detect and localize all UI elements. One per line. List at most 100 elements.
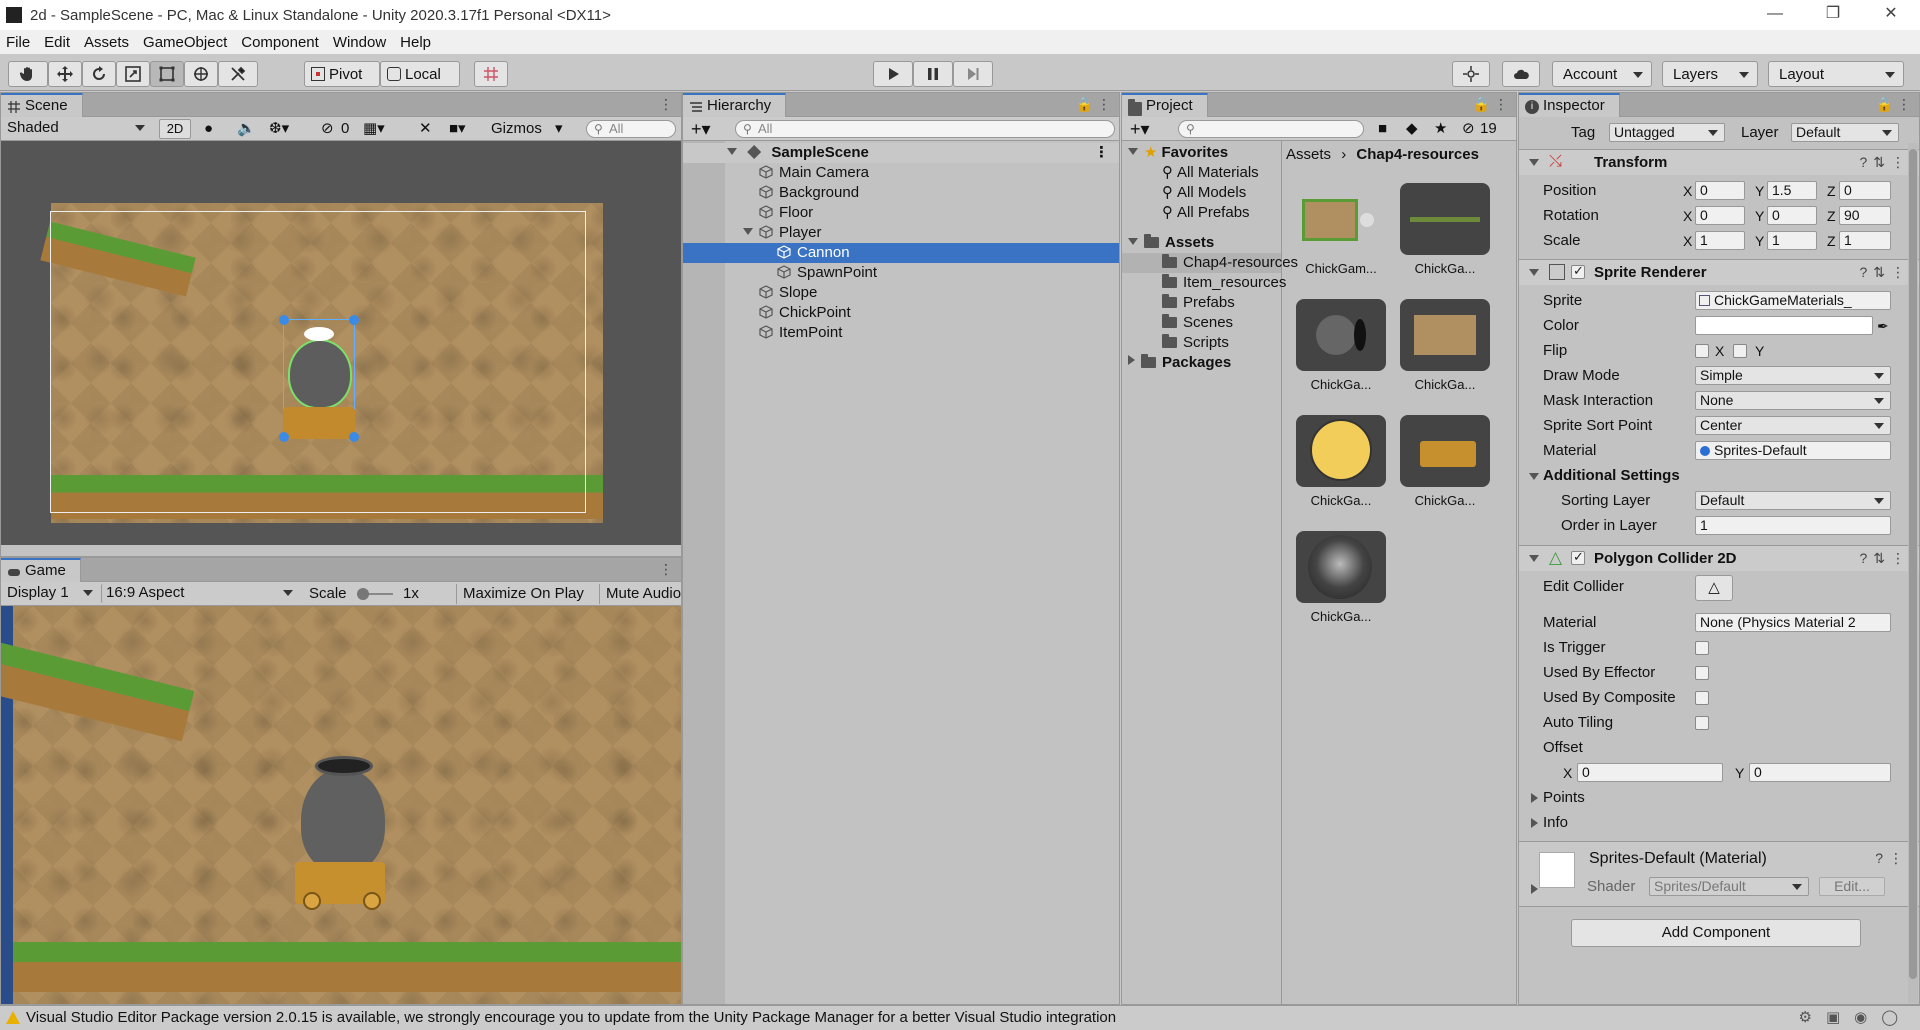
scene-root-row[interactable]: SampleScene ⋮: [683, 143, 1119, 163]
close-icon[interactable]: ✕: [1862, 0, 1920, 30]
layout-dropdown[interactable]: Layout: [1768, 61, 1904, 87]
fold-arrow-icon[interactable]: [1529, 159, 1539, 166]
asset-thumb-5[interactable]: ChickGa...: [1400, 415, 1490, 508]
component-help-settings-icons[interactable]: ?⇅⋮: [1859, 550, 1911, 567]
restore-icon[interactable]: ❐: [1804, 0, 1862, 30]
collab-button[interactable]: [1452, 61, 1490, 87]
menu-edit[interactable]: Edit: [44, 34, 70, 51]
folder-scenes[interactable]: Scenes: [1162, 313, 1233, 333]
order-in-layer-input[interactable]: 1: [1695, 516, 1891, 535]
tab-scene[interactable]: Scene: [1, 93, 83, 117]
hierarchy-item-chickpoint[interactable]: ChickPoint: [683, 303, 1119, 323]
favorite-all-models[interactable]: ⚲ All Models: [1162, 183, 1246, 203]
pivot-toggle[interactable]: Pivot: [304, 61, 380, 87]
position-y-input[interactable]: 1.5: [1767, 181, 1817, 200]
menu-gameobject[interactable]: GameObject: [143, 34, 227, 51]
kebab-menu-icon[interactable]: ⋮: [659, 96, 673, 113]
eyedropper-icon[interactable]: ✒: [1877, 316, 1889, 336]
component-help-settings-icons[interactable]: ?⇅⋮: [1859, 154, 1911, 171]
expand-arrow-icon[interactable]: [1531, 793, 1538, 803]
maximize-on-play-toggle[interactable]: Maximize On Play: [456, 584, 584, 604]
breadcrumb-assets[interactable]: Assets: [1286, 146, 1331, 163]
mute-audio-toggle[interactable]: Mute Audio: [599, 584, 681, 604]
hierarchy-item-background[interactable]: Background: [683, 183, 1119, 203]
account-dropdown[interactable]: Account: [1552, 61, 1652, 87]
gizmos-dropdown[interactable]: Gizmos: [491, 119, 542, 139]
menu-file[interactable]: File: [6, 34, 30, 51]
tab-inspector[interactable]: i Inspector: [1519, 93, 1620, 117]
mask-interaction-dropdown[interactable]: None: [1695, 391, 1891, 410]
search-by-label-icon[interactable]: ◆: [1406, 119, 1418, 139]
inspector-scrollbar-thumb[interactable]: [1909, 149, 1917, 979]
game-viewport[interactable]: [1, 606, 681, 1004]
asset-thumb-0[interactable]: ChickGam...: [1296, 183, 1386, 276]
hidden-packages-icon[interactable]: ⊘: [1462, 119, 1475, 139]
lock-icon[interactable]: 🔒: [1473, 96, 1490, 113]
rect-handle-bl[interactable]: [279, 432, 289, 442]
polygon-collider-enabled-checkbox[interactable]: [1571, 549, 1585, 565]
shading-dropdown[interactable]: Shaded: [3, 119, 151, 138]
scale-tool-button[interactable]: [116, 61, 150, 87]
assets-root[interactable]: Assets: [1128, 233, 1214, 253]
rect-tool-button[interactable]: [150, 61, 184, 87]
info-foldout[interactable]: Info: [1519, 813, 1919, 833]
additional-settings-foldout[interactable]: Additional Settings: [1519, 466, 1919, 486]
effects-icon[interactable]: ❆▾: [269, 119, 289, 139]
play-button[interactable]: [873, 61, 913, 87]
hand-tool-button[interactable]: [8, 61, 48, 87]
gizmos-arrow-icon[interactable]: ▾: [555, 119, 563, 139]
asset-thumb-2[interactable]: ChickGa...: [1296, 299, 1386, 392]
custom-tool-button[interactable]: [218, 61, 258, 87]
kebab-menu-icon[interactable]: ⋮: [1494, 96, 1508, 113]
folder-scripts[interactable]: Scripts: [1162, 333, 1229, 353]
fold-arrow-icon[interactable]: [1529, 269, 1539, 276]
rect-handle-tl[interactable]: [279, 315, 289, 325]
sprite-renderer-header[interactable]: Sprite Renderer ?⇅⋮: [1519, 259, 1919, 285]
breadcrumb-current[interactable]: Chap4-resources: [1356, 146, 1479, 163]
lighting-icon[interactable]: ●: [204, 119, 213, 139]
kebab-menu-icon[interactable]: ⋮: [659, 561, 673, 578]
pause-button[interactable]: [913, 61, 953, 87]
color-swatch[interactable]: [1695, 316, 1873, 335]
kebab-menu-icon[interactable]: ⋮: [1097, 96, 1111, 113]
scene-viewport[interactable]: [1, 141, 681, 545]
lock-icon[interactable]: 🔒: [1076, 96, 1093, 113]
transform-tool-button[interactable]: [184, 61, 218, 87]
tools-scene-icon[interactable]: ✕: [419, 119, 432, 139]
hierarchy-item-itempoint[interactable]: ItemPoint: [683, 323, 1119, 343]
favorite-all-prefabs[interactable]: ⚲ All Prefabs: [1162, 203, 1250, 223]
tab-hierarchy[interactable]: Hierarchy: [683, 93, 787, 117]
asset-thumb-6[interactable]: ChickGa...: [1296, 531, 1386, 624]
physics-material-field[interactable]: None (Physics Material 2: [1695, 613, 1891, 632]
hierarchy-item-player[interactable]: Player: [683, 223, 1119, 243]
aspect-dropdown[interactable]: 16:9 Aspect: [101, 584, 299, 603]
rect-handle-tr[interactable]: [349, 315, 359, 325]
grid-snap-button[interactable]: [474, 61, 508, 87]
rotation-y-input[interactable]: 0: [1767, 206, 1817, 225]
sorting-layer-dropdown[interactable]: Default: [1695, 491, 1891, 510]
tab-project[interactable]: Project: [1122, 93, 1208, 117]
expand-arrow-icon[interactable]: [743, 228, 753, 235]
expand-arrow-icon[interactable]: [1531, 818, 1538, 828]
offset-y-input[interactable]: 0: [1749, 763, 1891, 782]
rect-handle-br[interactable]: [349, 432, 359, 442]
kebab-menu-icon[interactable]: ⋮: [1094, 143, 1109, 163]
tab-game[interactable]: Game: [1, 558, 81, 582]
is-trigger-checkbox[interactable]: [1695, 641, 1709, 655]
display-dropdown[interactable]: Display 1: [3, 584, 99, 603]
menu-help[interactable]: Help: [400, 34, 431, 51]
draw-mode-dropdown[interactable]: Simple: [1695, 366, 1891, 385]
position-z-input[interactable]: 0: [1839, 181, 1891, 200]
expand-arrow-icon[interactable]: [727, 148, 737, 155]
shader-edit-button[interactable]: Edit...: [1819, 877, 1885, 896]
step-button[interactable]: [953, 61, 993, 87]
fold-arrow-icon[interactable]: [1529, 555, 1539, 562]
cloud-button[interactable]: [1502, 61, 1540, 87]
collapse-arrow-icon[interactable]: [1128, 355, 1135, 365]
status-tray-icons[interactable]: ⚙▣◉◯: [1799, 1006, 1913, 1030]
inspector-scrollbar[interactable]: [1908, 143, 1918, 1003]
fold-arrow-icon[interactable]: [1529, 473, 1539, 480]
status-message[interactable]: Visual Studio Editor Package version 2.0…: [26, 1009, 1116, 1026]
packages-root[interactable]: Packages: [1128, 353, 1231, 373]
hierarchy-item-spawnpoint[interactable]: SpawnPoint: [683, 263, 1119, 283]
